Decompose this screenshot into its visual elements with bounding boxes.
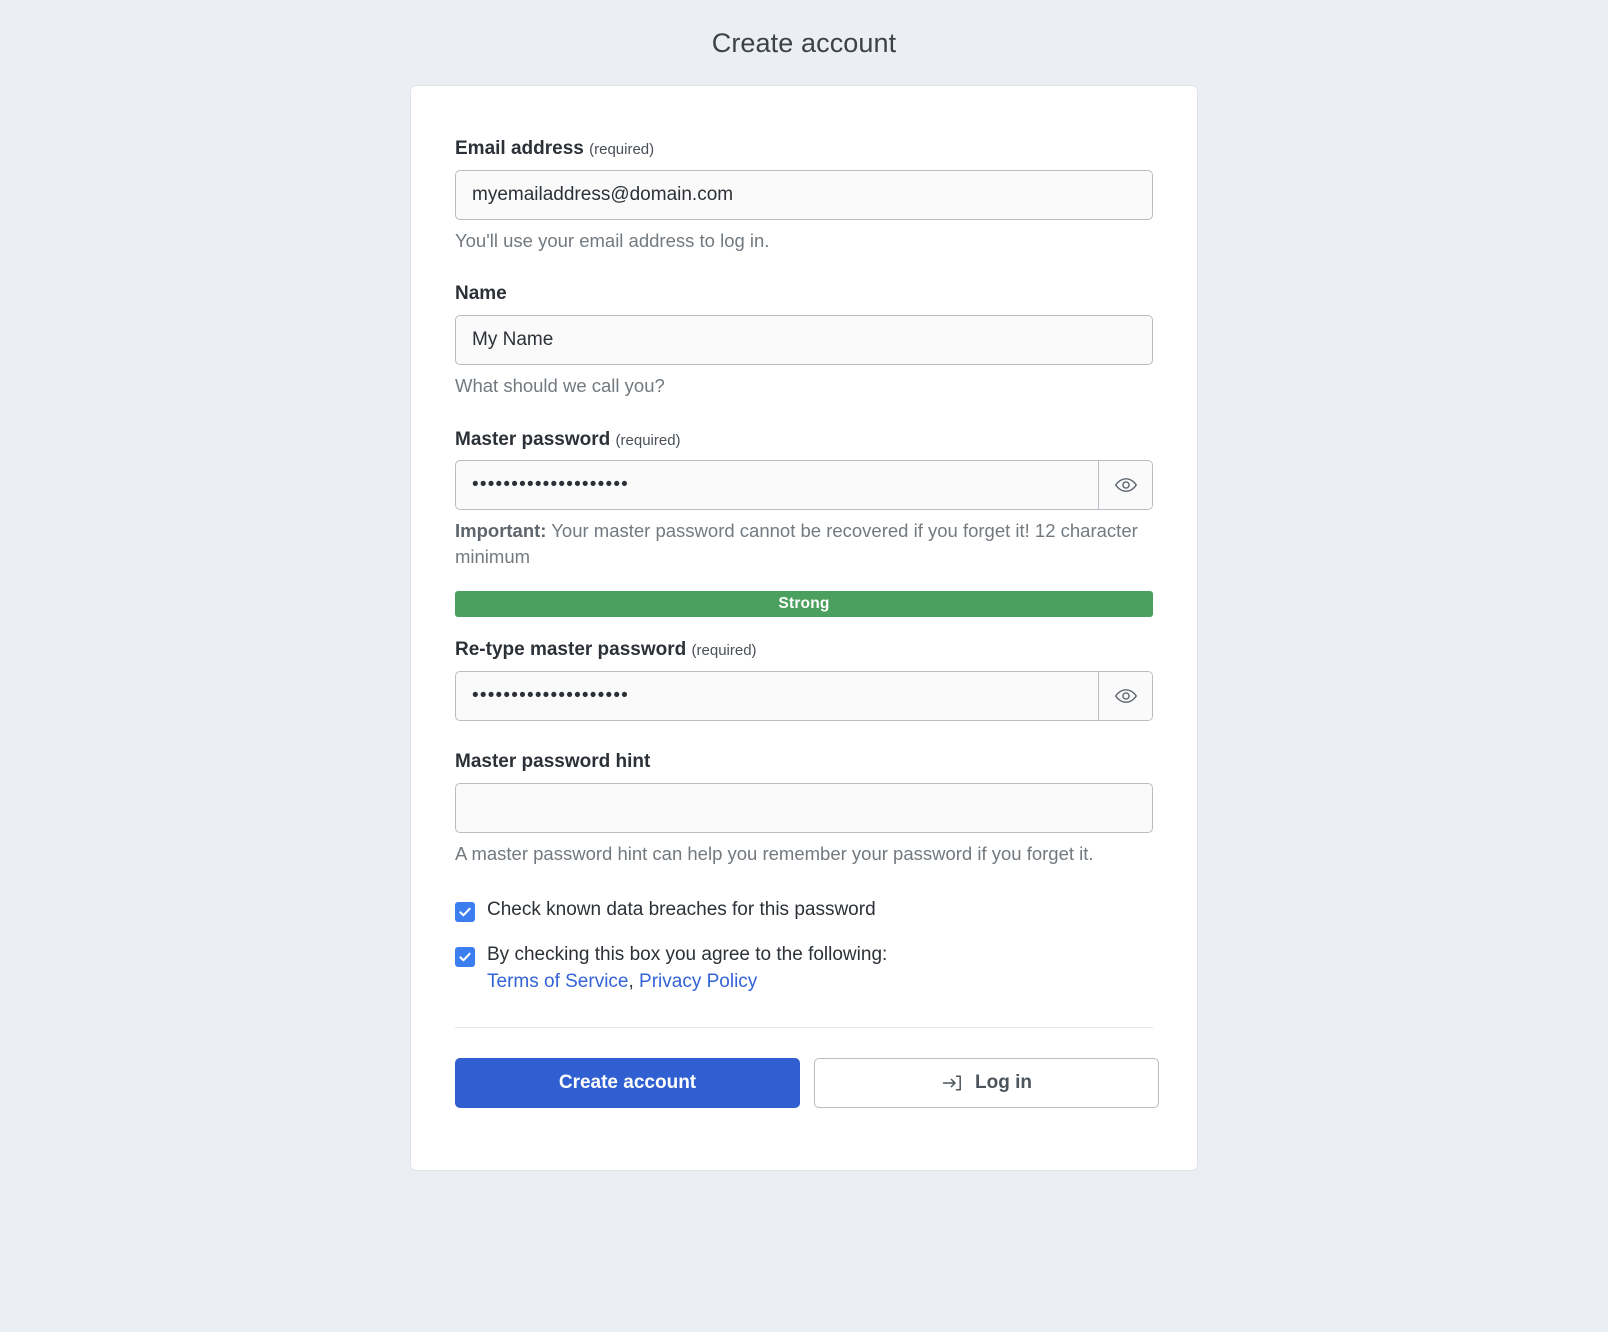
email-input[interactable] (455, 169, 1153, 220)
name-label: Name (455, 283, 507, 305)
email-help-text: You'll use your email address to log in. (455, 229, 770, 251)
field-email: Email address (required) You'll use your… (455, 138, 1153, 253)
actions-divider (455, 1026, 1153, 1028)
field-master-password: Master password (required) Important: Yo… (455, 429, 1153, 618)
email-required-tag: (required) (589, 141, 655, 158)
master-password-label-text: Master password (455, 428, 611, 450)
check-icon (458, 905, 472, 919)
checkbox-row-terms[interactable]: By checking this box you agree to the fo… (455, 942, 1153, 993)
name-help-text: What should we call you? (455, 375, 665, 397)
field-retype-password: Re-type master password (required) (455, 639, 1153, 722)
master-password-required-tag: (required) (615, 431, 681, 449)
log-in-button-label: Log in (975, 1071, 1032, 1093)
master-password-input[interactable] (456, 461, 1098, 510)
retype-password-input[interactable] (456, 672, 1098, 721)
master-password-help-strong: Important: (455, 520, 547, 542)
retype-password-label-text: Re-type master password (455, 639, 687, 661)
terms-links: Terms of Service, Privacy Policy (487, 971, 887, 993)
email-label: Email address (required) (455, 138, 1153, 161)
master-password-help-rest: Your master password cannot be recovered… (455, 520, 1138, 567)
master-password-visibility-toggle[interactable] (1098, 461, 1152, 510)
action-buttons: Create account Log in (455, 1057, 1159, 1108)
retype-password-visibility-toggle[interactable] (1098, 672, 1152, 721)
checkbox-terms-label: By checking this box you agree to the fo… (487, 943, 888, 965)
master-password-label: Master password (required) (455, 429, 1153, 452)
eye-icon (1114, 473, 1138, 497)
password-strength-bar: Strong (455, 591, 1153, 618)
eye-icon (1114, 684, 1138, 708)
password-strength-label: Strong (778, 595, 830, 613)
retype-password-required-tag: (required) (691, 642, 757, 660)
master-password-input-row (455, 460, 1153, 511)
password-hint-label: Master password hint (455, 751, 651, 773)
retype-password-input-row (455, 671, 1153, 722)
log-in-button[interactable]: Log in (814, 1057, 1159, 1108)
terms-agreement-block: By checking this box you agree to the fo… (487, 942, 887, 993)
sign-in-icon (941, 1072, 963, 1094)
privacy-policy-link[interactable]: Privacy Policy (639, 971, 757, 992)
checkbox-terms[interactable] (455, 946, 475, 967)
create-account-button[interactable]: Create account (455, 1057, 800, 1108)
password-hint-help-text: A master password hint can help you reme… (455, 843, 1094, 865)
checkbox-data-breaches-label: Check known data breaches for this passw… (487, 898, 876, 920)
terms-separator: , (628, 970, 640, 992)
retype-password-label: Re-type master password (required) (455, 639, 1153, 662)
checkbox-data-breaches[interactable] (455, 901, 475, 922)
checkbox-row-data-breaches[interactable]: Check known data breaches for this passw… (455, 897, 1153, 924)
password-hint-input[interactable] (455, 783, 1153, 834)
email-label-text: Email address (455, 138, 584, 159)
terms-of-service-link[interactable]: Terms of Service (487, 971, 628, 992)
page-title: Create account (711, 28, 897, 58)
master-password-help-text: Important: Your master password cannot b… (455, 518, 1153, 569)
create-account-card: Email address (required) You'll use your… (410, 85, 1198, 1171)
field-name: Name What should we call you? (455, 283, 1153, 398)
name-input[interactable] (455, 315, 1153, 366)
check-icon (458, 950, 472, 964)
field-password-hint: Master password hint A master password h… (455, 751, 1153, 866)
